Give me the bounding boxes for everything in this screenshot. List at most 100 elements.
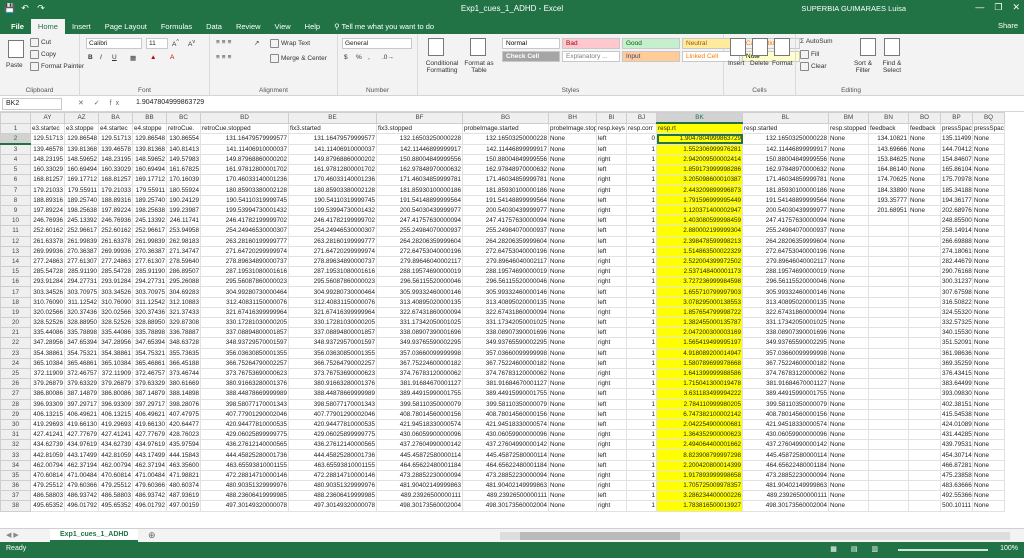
- grid-cell[interactable]: 313.40895020000135: [462, 296, 549, 308]
- grid-cell[interactable]: 372.11909: [98, 367, 133, 380]
- grid-cell[interactable]: 487.93619: [166, 490, 201, 502]
- grid-cell[interactable]: 471.00484: [64, 469, 99, 482]
- select-all-corner[interactable]: [0, 112, 31, 124]
- row-header[interactable]: 7: [0, 184, 31, 196]
- grid-cell[interactable]: 1: [626, 429, 657, 441]
- grid-cell[interactable]: 304.99280730000464: [200, 286, 289, 298]
- delete-button[interactable]: Delete: [750, 60, 769, 67]
- grid-cell[interactable]: 464.65622480001184: [742, 459, 829, 471]
- grid-cell[interactable]: 1: [626, 490, 657, 502]
- orientation-icon[interactable]: ↗: [254, 39, 259, 47]
- grid-cell[interactable]: None: [548, 245, 597, 257]
- cell-style-option[interactable]: Check Cell: [502, 51, 560, 62]
- grid-cell[interactable]: 180.85903380002128: [200, 184, 289, 196]
- grid-cell[interactable]: feedback: [908, 122, 941, 134]
- grid-cell[interactable]: None: [972, 408, 1005, 420]
- zoom-slider[interactable]: [898, 549, 988, 551]
- row-header[interactable]: 32: [0, 439, 31, 451]
- grid-cell[interactable]: 381.91684670001127: [376, 378, 463, 390]
- grid-cell[interactable]: None: [972, 500, 1005, 512]
- grid-cell[interactable]: None: [548, 418, 597, 431]
- grid-cell[interactable]: 150.88004849999556: [462, 153, 549, 166]
- grid-cell[interactable]: right: [596, 367, 627, 380]
- grid-cell[interactable]: left: [596, 327, 627, 339]
- grid-cell[interactable]: 303.70975: [132, 286, 167, 298]
- grid-cell[interactable]: None: [548, 367, 597, 380]
- grid-cell[interactable]: 415.54538: [940, 408, 973, 420]
- grid-cell[interactable]: 2.522004399972502: [656, 255, 743, 268]
- grid-cell[interactable]: 1.514863500022329: [656, 245, 743, 257]
- grid-cell[interactable]: None: [828, 418, 869, 431]
- grid-cell[interactable]: left: [596, 357, 627, 369]
- grid-cell[interactable]: 473.28852230000094: [742, 469, 829, 482]
- wrap-text-button[interactable]: Wrap Text: [270, 39, 310, 48]
- grid-cell[interactable]: 304.99280730000464: [288, 286, 377, 298]
- grid-cell[interactable]: 261.63378: [98, 235, 133, 247]
- grid-cell[interactable]: None: [828, 276, 869, 288]
- restore-icon[interactable]: ❐: [994, 2, 1002, 13]
- grid-cell[interactable]: 436.27612140000565: [200, 439, 289, 451]
- grid-cell[interactable]: 349.93765590002295: [462, 337, 549, 349]
- column-header[interactable]: BN: [868, 112, 909, 124]
- grid-cell[interactable]: 1.791596999995449: [656, 194, 743, 206]
- grid-cell[interactable]: 407.77901290002046: [288, 408, 377, 420]
- grid-cell[interactable]: [868, 327, 909, 339]
- grid-cell[interactable]: 408.78014560000156: [462, 408, 549, 420]
- grid-cell[interactable]: 1: [626, 316, 657, 329]
- row-header[interactable]: 17: [0, 286, 31, 298]
- grid-cell[interactable]: None: [972, 266, 1005, 278]
- grid-cell[interactable]: 248.85500: [940, 215, 973, 227]
- grid-cell[interactable]: 274.18061: [940, 245, 973, 257]
- grid-cell[interactable]: right: [596, 153, 627, 166]
- grid-cell[interactable]: 1.403080599998459: [656, 215, 743, 227]
- grid-cell[interactable]: [868, 429, 909, 441]
- grid-cell[interactable]: 398.58077170001343: [288, 398, 377, 410]
- grid-cell[interactable]: right: [596, 266, 627, 278]
- column-header[interactable]: BO: [908, 112, 941, 124]
- grid-cell[interactable]: 380.91663280001376: [288, 378, 377, 390]
- grid-cell[interactable]: None: [972, 276, 1005, 288]
- grid-cell[interactable]: None: [548, 306, 597, 319]
- grid-cell[interactable]: 348.63728: [166, 337, 201, 349]
- grid-cell[interactable]: 179.21033: [98, 184, 133, 196]
- grid-cell[interactable]: 199.53994730001432: [288, 204, 377, 217]
- grid-cell[interactable]: None: [908, 164, 941, 176]
- grid-cell[interactable]: 330.17281030000205: [288, 316, 377, 329]
- formula-buttons[interactable]: ✕ ✓ fx: [78, 99, 123, 107]
- insert-button[interactable]: Insert: [728, 60, 744, 67]
- format-button[interactable]: Format: [772, 60, 793, 67]
- row-header[interactable]: 36: [0, 479, 31, 492]
- grid-cell[interactable]: 335.78898: [132, 327, 167, 339]
- grid-cell[interactable]: 1.552306999976281: [656, 143, 743, 155]
- grid-cell[interactable]: 161.97812800001702: [200, 164, 289, 176]
- sheet-tab-active[interactable]: Exp1_cues_1_ADHD: [50, 529, 139, 542]
- row-header[interactable]: 13: [0, 245, 31, 257]
- grid-cell[interactable]: 254.24946530000307: [200, 225, 289, 237]
- fill-button[interactable]: Fill: [800, 50, 819, 59]
- copy-button[interactable]: Copy: [30, 50, 56, 59]
- grid-cell[interactable]: 1: [626, 479, 657, 492]
- grid-cell[interactable]: 320.02566: [98, 306, 133, 319]
- grid-cell[interactable]: 269.99936: [98, 245, 133, 257]
- insert-cells-icon[interactable]: [730, 38, 746, 56]
- grid-cell[interactable]: 189.25740: [64, 194, 99, 206]
- grid-cell[interactable]: 131.16479579999577: [288, 133, 377, 145]
- grid-cell[interactable]: 328.52526: [98, 316, 133, 329]
- view-buttons[interactable]: ▦ ▤ ▥: [830, 545, 884, 553]
- column-header[interactable]: BQ: [972, 112, 1005, 124]
- grid-cell[interactable]: 170.46033140001236: [200, 174, 289, 186]
- grid-cell[interactable]: 496.01792: [64, 500, 99, 512]
- grid-cell[interactable]: 407.47975: [166, 408, 201, 420]
- grid-cell[interactable]: 305.99332460000146: [462, 286, 549, 298]
- grid-cell[interactable]: 191.54148899999564: [462, 194, 549, 206]
- grid-cell[interactable]: 498.30173560002004: [742, 500, 829, 512]
- grid-cell[interactable]: left: [596, 235, 627, 247]
- grid-cell[interactable]: 374.76783120000062: [462, 367, 549, 380]
- grid-cell[interactable]: 1: [626, 367, 657, 380]
- grid-cell[interactable]: 1: [626, 449, 657, 461]
- grid-cell[interactable]: None: [972, 378, 1005, 390]
- grid-cell[interactable]: None: [908, 204, 941, 217]
- grid-cell[interactable]: None: [972, 347, 1005, 359]
- row-header[interactable]: 35: [0, 469, 31, 482]
- grid-cell[interactable]: None: [828, 316, 869, 329]
